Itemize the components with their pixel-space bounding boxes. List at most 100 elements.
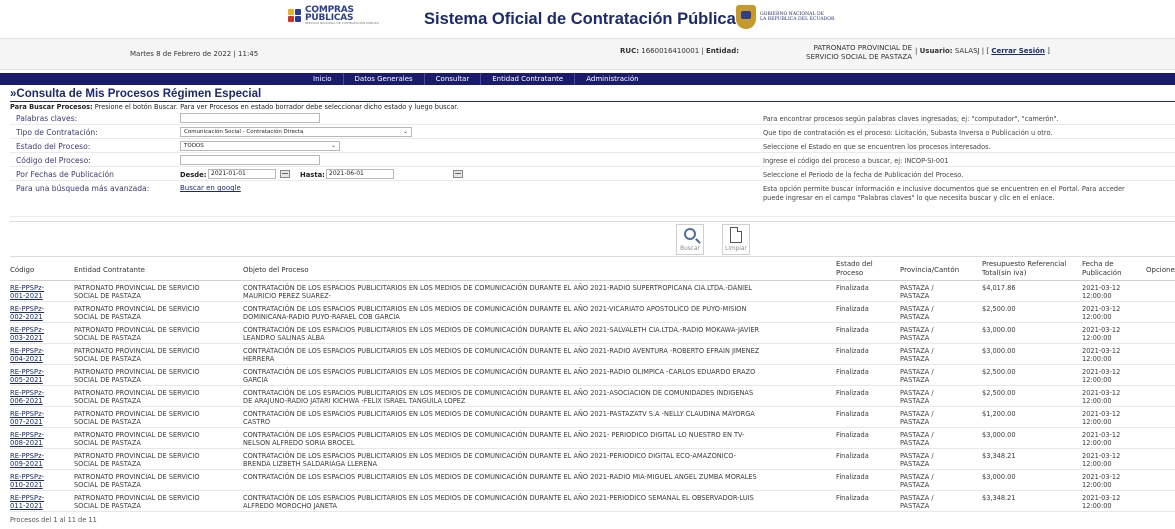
- cell-code[interactable]: RE-PPSPz- 004-2021: [10, 347, 44, 363]
- compras-publicas-logo[interactable]: COMPRAS PÚBLICAS SERVICIO NACIONAL DE CO…: [288, 6, 379, 25]
- cell-province-line-2: PASTAZA: [900, 292, 930, 300]
- cell-code-line-1[interactable]: RE-PPSPz-: [10, 452, 44, 460]
- cell-status: Finalizada: [836, 494, 869, 502]
- google-search-link[interactable]: Buscar en google: [180, 184, 241, 192]
- status-select[interactable]: TODOS ⌄: [180, 141, 340, 151]
- process-code-label: Código del Proceso:: [16, 156, 91, 165]
- keywords-input[interactable]: [180, 113, 320, 123]
- search-button-label: Buscar: [680, 246, 700, 252]
- cell-code-line-2[interactable]: 004-2021: [10, 355, 44, 363]
- cell-code-line-1[interactable]: RE-PPSPz-: [10, 284, 44, 292]
- cell-province-line-2: PASTAZA: [900, 439, 930, 447]
- calendar-icon[interactable]: [280, 170, 290, 178]
- process-code-input[interactable]: [180, 155, 320, 165]
- cell-date-line-2: 12:00:00: [1082, 460, 1112, 468]
- header-budget-2: Total(sin iva): [982, 269, 1027, 277]
- cell-code[interactable]: RE-PPSPz- 008-2021: [10, 431, 44, 447]
- search-button[interactable]: Buscar: [676, 224, 704, 255]
- cell-code[interactable]: RE-PPSPz- 007-2021: [10, 410, 44, 426]
- cell-entity: PATRONATO PROVINCIAL DE SERVICIO SOCIAL D…: [74, 431, 200, 447]
- cell-code-line-2[interactable]: 006-2021: [10, 397, 44, 405]
- cell-code[interactable]: RE-PPSPz- 005-2021: [10, 368, 44, 384]
- cell-code-line-2[interactable]: 007-2021: [10, 418, 44, 426]
- cell-province: PASTAZA / PASTAZA: [900, 347, 934, 363]
- cell-date-line-2: 12:00:00: [1082, 376, 1112, 384]
- header-code: Código: [10, 266, 35, 274]
- cell-object-line-1: CONTRATACIÓN DE LOS ESPACIOS PUBLICITARI…: [243, 284, 752, 292]
- nav-item-inicio[interactable]: Inicio: [302, 73, 344, 85]
- cell-object-line-1: CONTRATACIÓN DE LOS ESPACIOS PUBLICITARI…: [243, 389, 754, 397]
- keywords-label: Palabras claves:: [16, 114, 78, 123]
- cell-status-line-1: Finalizada: [836, 389, 869, 397]
- cell-code-line-1[interactable]: RE-PPSPz-: [10, 347, 44, 355]
- cell-province-line-1: PASTAZA /: [900, 368, 934, 376]
- contract-type-help: Que tipo de contratación es el proceso: …: [763, 129, 1053, 137]
- cell-entity-line-2: SOCIAL DE PASTAZA: [74, 292, 141, 300]
- cell-date-line-1: 2021-03-12: [1082, 368, 1121, 376]
- ruc-label: RUC:: [620, 47, 640, 55]
- cell-code-line-1[interactable]: RE-PPSPz-: [10, 473, 44, 481]
- cell-date: 2021-03-12 12:00:00: [1082, 494, 1120, 510]
- cell-object-line-1: CONTRATACIÓN DE LOS ESPACIOS PUBLICITARI…: [243, 473, 757, 481]
- cell-status-line-1: Finalizada: [836, 494, 869, 502]
- cell-code-line-2[interactable]: 003-2021: [10, 334, 44, 342]
- nav-item-datos-generales[interactable]: Datos Generales: [344, 73, 425, 85]
- page-title: »Consulta de Mis Procesos Régimen Especi…: [10, 88, 262, 100]
- header-budget-1: Presupuesto Referencial: [982, 260, 1067, 268]
- cell-status: Finalizada: [836, 305, 869, 313]
- title-divider: [10, 101, 1175, 102]
- cell-code[interactable]: RE-PPSPz- 006-2021: [10, 389, 44, 405]
- cell-province-line-1: PASTAZA /: [900, 473, 934, 481]
- cell-code-line-1[interactable]: RE-PPSPz-: [10, 494, 44, 502]
- cell-status: Finalizada: [836, 326, 869, 334]
- cell-code-line-2[interactable]: 002-2021: [10, 313, 44, 321]
- clear-button[interactable]: Limpiar: [722, 224, 750, 255]
- cell-code-line-1[interactable]: RE-PPSPz-: [10, 431, 44, 439]
- cell-date: 2021-03-12 12:00:00: [1082, 410, 1120, 426]
- cell-date-line-2: 12:00:00: [1082, 481, 1112, 489]
- contract-type-select[interactable]: Comunicación Social - Contratación Direc…: [180, 127, 412, 137]
- cell-code[interactable]: RE-PPSPz- 009-2021: [10, 452, 44, 468]
- cell-code[interactable]: RE-PPSPz- 011-2021: [10, 494, 44, 510]
- cell-code-line-1[interactable]: RE-PPSPz-: [10, 389, 44, 397]
- header-date-1: Fecha de: [1082, 260, 1114, 268]
- cell-date-line-2: 12:00:00: [1082, 334, 1112, 342]
- cell-province-line-2: PASTAZA: [900, 460, 930, 468]
- cell-code[interactable]: RE-PPSPz- 001-2021: [10, 284, 44, 300]
- cell-date: 2021-03-12 12:00:00: [1082, 389, 1120, 405]
- cell-status: Finalizada: [836, 284, 869, 292]
- cell-code-line-1[interactable]: RE-PPSPz-: [10, 326, 44, 334]
- cell-code-line-2[interactable]: 001-2021: [10, 292, 44, 300]
- calendar-icon[interactable]: [453, 170, 463, 178]
- cell-budget-line-1: $3,000.00: [982, 326, 1016, 334]
- cell-province-line-1: PASTAZA /: [900, 326, 934, 334]
- nav-item-entidad-contratante[interactable]: Entidad Contratante: [481, 73, 576, 85]
- cell-code[interactable]: RE-PPSPz- 002-2021: [10, 305, 44, 321]
- cell-code[interactable]: RE-PPSPz- 003-2021: [10, 326, 44, 342]
- nav-item-administracion[interactable]: Administración: [575, 73, 649, 85]
- cell-entity-line-1: PATRONATO PROVINCIAL DE SERVICIO: [74, 284, 200, 292]
- cell-code-line-2[interactable]: 005-2021: [10, 376, 44, 384]
- cell-entity: PATRONATO PROVINCIAL DE SERVICIO SOCIAL D…: [74, 305, 200, 321]
- blank-document-icon: [730, 227, 742, 243]
- cell-code-line-2[interactable]: 009-2021: [10, 460, 44, 468]
- logout-link[interactable]: Cerrar Sesión: [991, 47, 1045, 55]
- cell-code[interactable]: RE-PPSPz- 010-2021: [10, 473, 44, 489]
- date-to-input[interactable]: 2021-06-01: [326, 169, 394, 179]
- cell-code-line-1[interactable]: RE-PPSPz-: [10, 305, 44, 313]
- cell-date-line-2: 12:00:00: [1082, 397, 1112, 405]
- cell-code-line-1[interactable]: RE-PPSPz-: [10, 410, 44, 418]
- cell-code-line-1[interactable]: RE-PPSPz-: [10, 368, 44, 376]
- cell-status-line-1: Finalizada: [836, 326, 869, 334]
- table-row: RE-PPSPz- 003-2021 PATRONATO PROVINCIAL DE…: [10, 324, 1175, 344]
- cell-code-line-2[interactable]: 010-2021: [10, 481, 44, 489]
- cell-code-line-2[interactable]: 011-2021: [10, 502, 44, 510]
- nav-item-consultar[interactable]: Consultar: [425, 73, 482, 85]
- cell-province-line-1: PASTAZA /: [900, 410, 934, 418]
- date-from-input[interactable]: 2021-01-01: [208, 169, 276, 179]
- cell-province-line-1: PASTAZA /: [900, 347, 934, 355]
- cell-budget: $2,500.00: [982, 389, 1016, 397]
- cell-code-line-2[interactable]: 008-2021: [10, 439, 44, 447]
- cell-status: Finalizada: [836, 389, 869, 397]
- table-row: RE-PPSPz- 010-2021 PATRONATO PROVINCIAL DE…: [10, 471, 1175, 491]
